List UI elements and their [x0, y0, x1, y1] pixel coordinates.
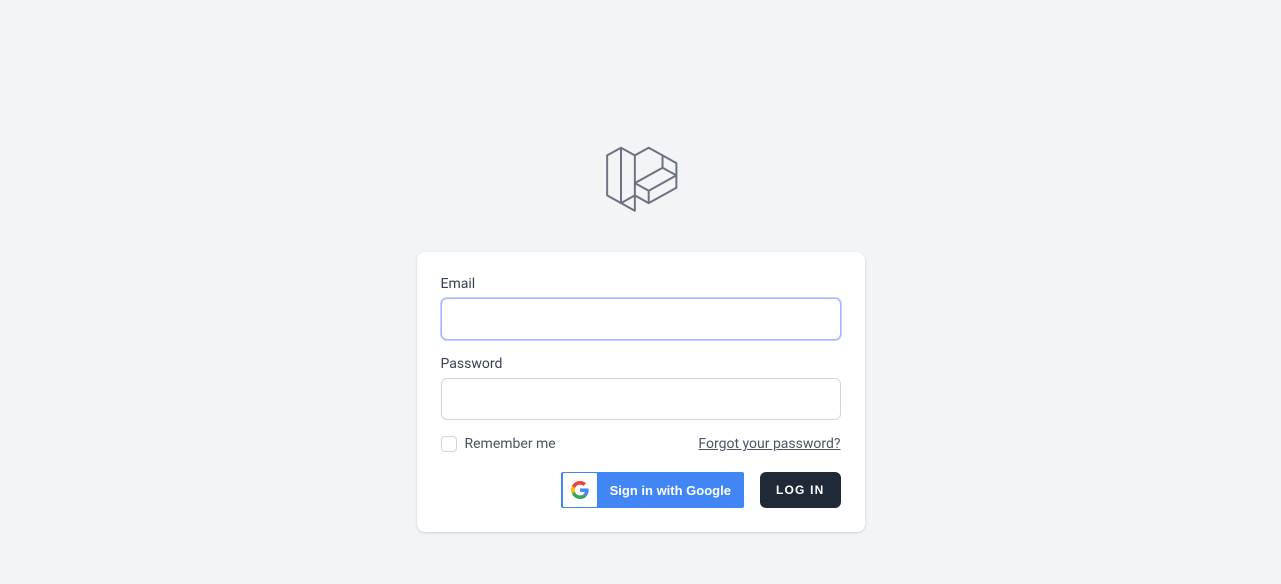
logo-container — [601, 140, 681, 224]
google-icon — [571, 481, 589, 499]
password-input[interactable] — [441, 378, 841, 420]
email-input[interactable] — [441, 298, 841, 340]
login-button[interactable]: LOG IN — [760, 472, 841, 508]
remember-label: Remember me — [465, 436, 556, 452]
google-signin-button[interactable]: Sign in with Google — [561, 472, 744, 508]
button-row: Sign in with Google LOG IN — [441, 472, 841, 508]
google-icon-box — [563, 473, 597, 507]
forgot-password-link[interactable]: Forgot your password? — [698, 436, 840, 452]
login-card: Email Password Remember me Forgot your p… — [417, 252, 865, 532]
email-group: Email — [441, 276, 841, 340]
remember-checkbox[interactable] — [441, 436, 457, 452]
email-label: Email — [441, 276, 841, 292]
remember-wrap: Remember me — [441, 436, 556, 452]
laravel-logo-icon — [601, 140, 681, 220]
password-group: Password — [441, 356, 841, 420]
google-button-label: Sign in with Google — [598, 483, 743, 498]
options-row: Remember me Forgot your password? — [441, 436, 841, 452]
password-label: Password — [441, 356, 841, 372]
